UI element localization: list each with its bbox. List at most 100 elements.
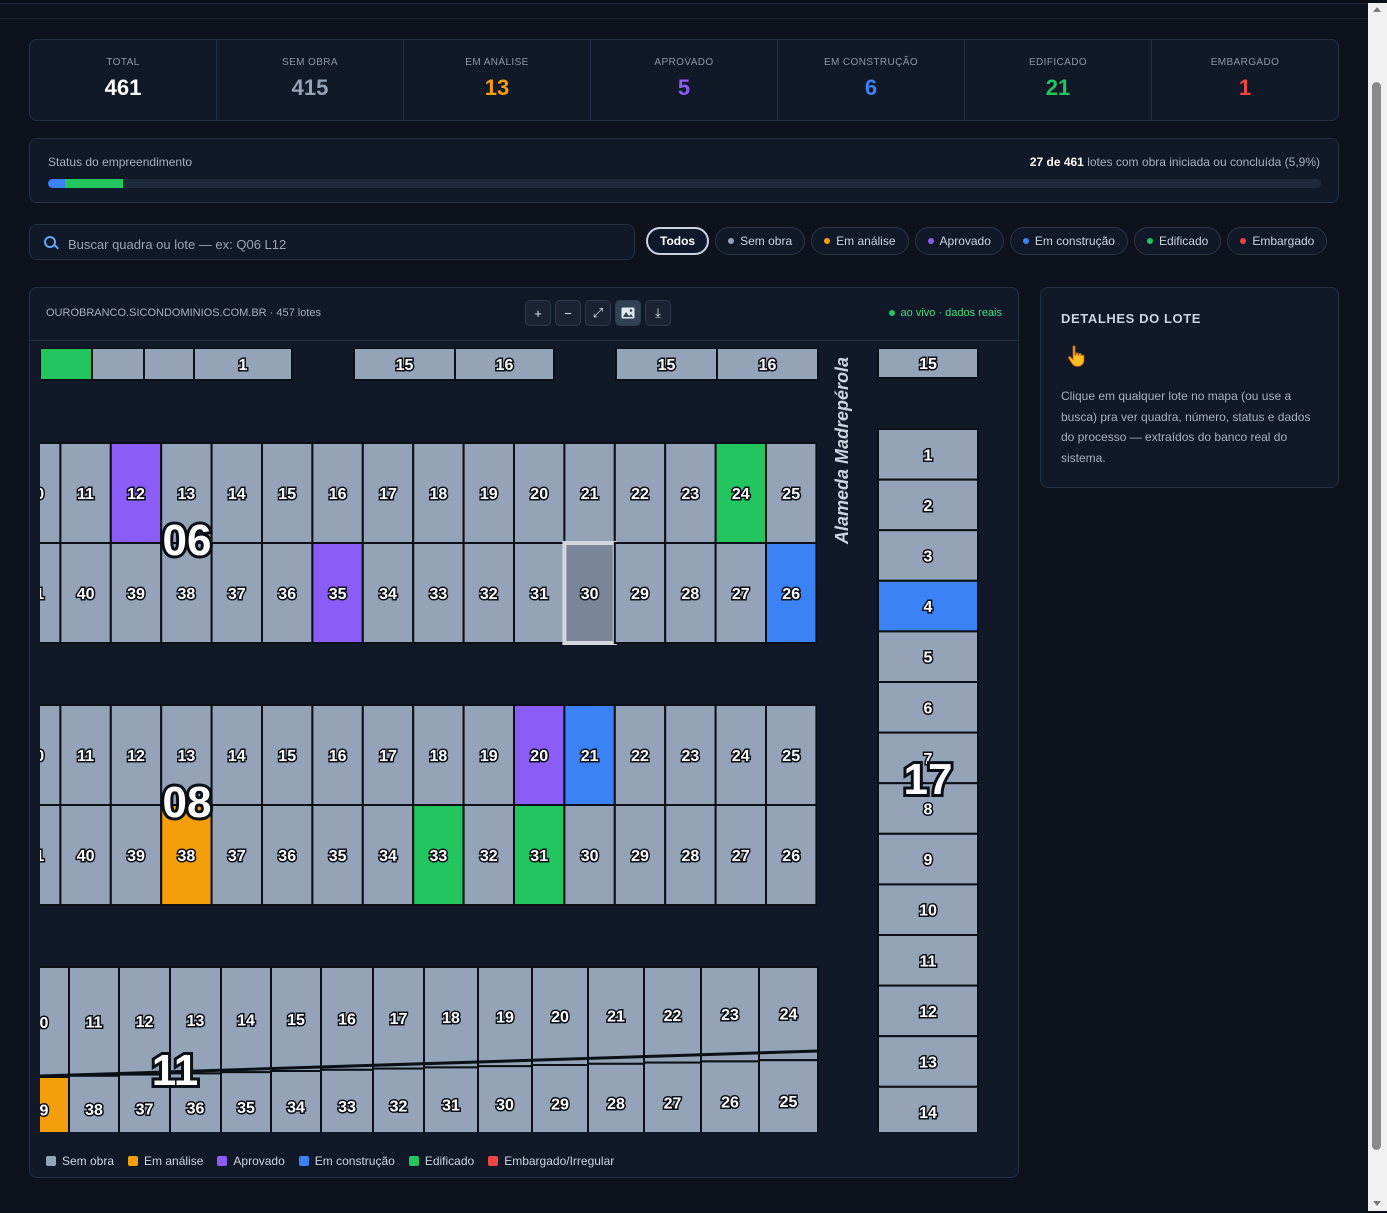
image-layer-button[interactable] [615,300,641,326]
lot-number: 33 [430,586,448,603]
status-dot-icon [1146,238,1153,244]
lot-number: 22 [664,1008,682,1025]
filter-todos[interactable]: Todos [646,227,710,255]
status-filters: Todos Sem obra Em análise Aprovado Em co… [646,227,1328,257]
lot-number: 22 [631,486,649,503]
filter-aprovado[interactable]: Aprovado [914,227,1004,255]
lot-cell[interactable] [91,348,145,381]
search-box [29,224,635,260]
lot-number: 3 [924,549,933,566]
lot-cell[interactable] [40,348,93,381]
stat-sem-obra: SEM OBRA 415 [217,40,404,120]
block-label: 11 [152,1046,199,1095]
lot-number: 41 [40,848,44,865]
stat-value: 6 [864,75,878,100]
lot-number: 19 [480,486,498,503]
lot-number: 33 [430,848,448,865]
legend-item: Edificado [408,1154,475,1168]
legend-label: Edificado [424,1154,475,1168]
stat-value: 5 [677,75,691,100]
lot-number: 27 [732,848,750,865]
stat-label: EMBARGADO [1210,57,1280,68]
lot-number: 15 [919,356,937,373]
lot-number: 1 [239,357,248,374]
zoom-out-button[interactable]: − [555,300,581,326]
lot-number: 30 [496,1097,514,1114]
filter-em-analise[interactable]: Em análise [811,227,909,255]
lot-number: 27 [732,586,750,603]
lot-number: 27 [664,1095,682,1112]
lot-number: 39 [127,848,145,865]
lot-number: 25 [780,1094,798,1111]
lot-number: 19 [480,748,498,765]
legend-label: Aprovado [233,1154,285,1168]
lot-number: 40 [77,848,95,865]
lot-number: 14 [919,1105,937,1122]
lot-number: 12 [136,1014,154,1031]
filter-label: Embargado [1252,234,1315,248]
lot-number: 16 [759,357,777,374]
lot-number: 19 [496,1010,514,1027]
lot-number: 4 [924,599,933,616]
search-icon [44,236,56,248]
lot-number: 26 [782,848,800,865]
lot-number: 16 [329,748,347,765]
scrollbar-thumb[interactable] [1372,82,1381,1150]
lot-number: 11 [86,1014,103,1031]
zoom-in-button[interactable]: + [525,300,551,326]
lot-number: 14 [237,1013,255,1030]
lot-number: 37 [228,586,246,603]
lot-details-panel: DETALHES DO LOTE Clique em qualquer lote… [1040,287,1339,488]
stat-value: 13 [484,75,510,100]
lot-number: 35 [329,848,347,865]
lot-cell[interactable] [143,348,195,381]
details-title: DETALHES DO LOTE [1061,311,1202,326]
lot-number: 32 [390,1098,408,1115]
search-input[interactable] [66,233,610,255]
filter-sem-obra[interactable]: Sem obra [715,227,806,255]
lot-number: 11 [77,486,94,503]
status-dot-icon [927,238,934,244]
download-button[interactable]: ⤓ [645,300,671,326]
lot-number: 22 [631,748,649,765]
lot-number: 20 [551,1009,569,1026]
live-indicator: ao vivo · dados reais [888,307,1002,319]
lot-number: 35 [329,586,347,603]
fit-map-button[interactable]: ⤢ [585,300,611,326]
lot-number: 15 [278,486,296,503]
lot-map[interactable]: 1151615161510111213141516171819202122232… [40,348,1010,1132]
lot-number: 12 [127,486,145,503]
filter-embargado[interactable]: Embargado [1227,227,1328,255]
filter-em-construcao[interactable]: Em construção [1009,227,1128,255]
filter-label: Todos [660,234,696,248]
lot-number: 23 [721,1007,739,1024]
lot-number: 17 [390,1011,408,1028]
lot-number: 34 [379,586,397,603]
stat-em-analise: EM ANÁLISE 13 [404,40,591,120]
lot-map-canvas[interactable]: 1151615161510111213141516171819202122232… [40,348,1010,1132]
lot-number: 11 [77,748,94,765]
progress-built [64,179,124,188]
lot-number: 15 [287,1012,305,1029]
lot-number: 40 [77,586,95,603]
lot-number: 32 [480,586,498,603]
lot-number: 39 [127,586,145,603]
lot-number: 26 [721,1095,739,1112]
lot-number: 16 [329,486,347,503]
scroll-down-arrow-icon[interactable] [1373,1201,1381,1206]
status-dot-icon [728,238,735,244]
legend-item: Sem obra [46,1154,114,1168]
legend-label: Em análise [144,1154,204,1168]
lot-number: 16 [338,1011,356,1028]
stat-value: 1 [1238,75,1252,100]
block-label: 06 [163,516,212,565]
scroll-up-arrow-icon[interactable] [1373,7,1381,12]
top-divider [0,18,1368,19]
filter-edificado[interactable]: Edificado [1133,227,1222,255]
lot-number: 36 [278,586,296,603]
lot-number: 11 [920,953,937,970]
stat-label: TOTAL [106,57,140,68]
lot-number: 39 [40,1103,49,1120]
lot-number: 13 [187,1013,205,1030]
street-label: Alameda Madrepérola [832,357,852,545]
